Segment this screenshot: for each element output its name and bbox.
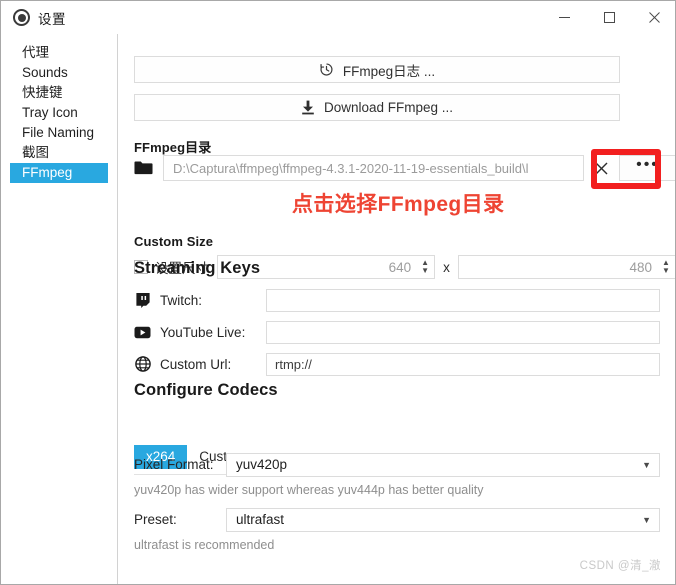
close-icon [649,12,660,23]
sidebar-item-file-naming[interactable]: File Naming [1,123,117,143]
title-bar-left: 设置 [1,8,66,28]
preset-select[interactable]: ultrafast ▼ [226,507,660,532]
twitch-icon [134,292,151,309]
chevron-down-icon: ▼ [642,459,651,470]
sidebar-item-sounds[interactable]: Sounds [1,63,117,83]
custom-url-label: Custom Url: [160,356,232,372]
sidebar-item-hotkeys[interactable]: 快捷键 [1,83,117,103]
browse-folder-label: ••• [636,156,659,173]
ffmpeg-log-button[interactable]: FFmpeg日志 ... [134,56,620,83]
preset-label: Preset: [134,512,177,527]
height-spinner-arrows[interactable]: ▲ ▼ [659,256,673,278]
preset-hint: ultrafast is recommended [134,538,275,552]
ffmpeg-log-label: FFmpeg日志 ... [342,63,436,79]
pixel-format-hint: yuv420p has wider support whereas yuv444… [134,483,484,497]
download-ffmpeg-button[interactable]: Download FFmpeg ... [134,94,620,121]
clear-x-icon [595,162,608,174]
custom-size-heading: Custom Size [134,234,214,249]
minimize-icon [559,17,570,18]
youtube-icon [134,324,151,341]
ffmpeg-folder-row: D:\Captura\ffmpeg\ffmpeg-4.3.1-2020-11-1… [134,154,675,182]
annotation-text: 点击选择FFmpeg目录 [292,193,505,216]
streaming-keys-heading: Streaming Keys [134,259,261,277]
twitch-input[interactable] [266,288,660,312]
close-button[interactable] [632,1,675,34]
pixel-format-label: Pixel Format: [134,457,214,472]
window-title: 设置 [38,11,66,27]
ffmpeg-path-value: D:\Captura\ffmpeg\ffmpeg-4.3.1-2020-11-1… [173,160,529,176]
history-clock-icon [320,63,333,76]
chevron-down-icon: ▼ [642,514,651,525]
sidebar-item-proxy[interactable]: 代理 [1,43,117,63]
settings-window: 设置 代理 Sounds 快捷键 Tray Icon File Naming 截… [0,0,676,585]
custom-url-row: Custom Url: rtmp:// [134,352,660,376]
custom-url-input[interactable]: rtmp:// [266,352,660,376]
clear-path-button[interactable] [584,155,619,181]
size-separator: x [443,259,450,275]
title-bar: 设置 [1,1,675,34]
youtube-input[interactable] [266,320,660,344]
pixel-format-row: Pixel Format: yuv420p ▼ [134,452,660,477]
browse-folder-button[interactable]: ••• [619,155,675,181]
record-circle-icon [13,9,30,26]
download-ffmpeg-label: Download FFmpeg ... [323,100,454,115]
watermark: CSDN @清_澈 [579,560,661,572]
content-panel: FFmpeg日志 ... Download FFmpeg ... FFmpeg目… [119,34,675,584]
folder-icon [134,161,153,175]
height-value: 480 [629,259,652,275]
maximize-button[interactable] [587,1,632,34]
sidebar-item-screenshot[interactable]: 截图 [1,143,117,163]
window-controls [542,1,675,34]
preset-row: Preset: ultrafast ▼ [134,507,660,532]
width-value: 640 [388,259,412,275]
pixel-format-value: yuv420p [236,457,288,472]
sidebar: 代理 Sounds 快捷键 Tray Icon File Naming 截图 F… [1,34,118,584]
twitch-key-row: Twitch: [134,288,660,312]
pixel-format-select[interactable]: yuv420p ▼ [226,452,660,477]
maximize-icon [604,12,615,23]
sidebar-item-ffmpeg[interactable]: FFmpeg [10,163,108,183]
globe-icon [134,356,151,373]
twitch-label: Twitch: [160,292,203,308]
youtube-key-row: YouTube Live: [134,320,660,344]
youtube-label: YouTube Live: [160,324,246,340]
width-spinner-arrows[interactable]: ▲ ▼ [418,256,432,278]
minimize-button[interactable] [542,1,587,34]
sidebar-item-tray-icon[interactable]: Tray Icon [1,103,117,123]
preset-value: ultrafast [236,512,285,527]
height-stepper[interactable]: 480 ▲ ▼ [457,255,675,279]
ffmpeg-path-input[interactable]: D:\Captura\ffmpeg\ffmpeg-4.3.1-2020-11-1… [163,155,584,181]
download-icon [302,100,314,115]
configure-codecs-heading: Configure Codecs [134,381,278,399]
